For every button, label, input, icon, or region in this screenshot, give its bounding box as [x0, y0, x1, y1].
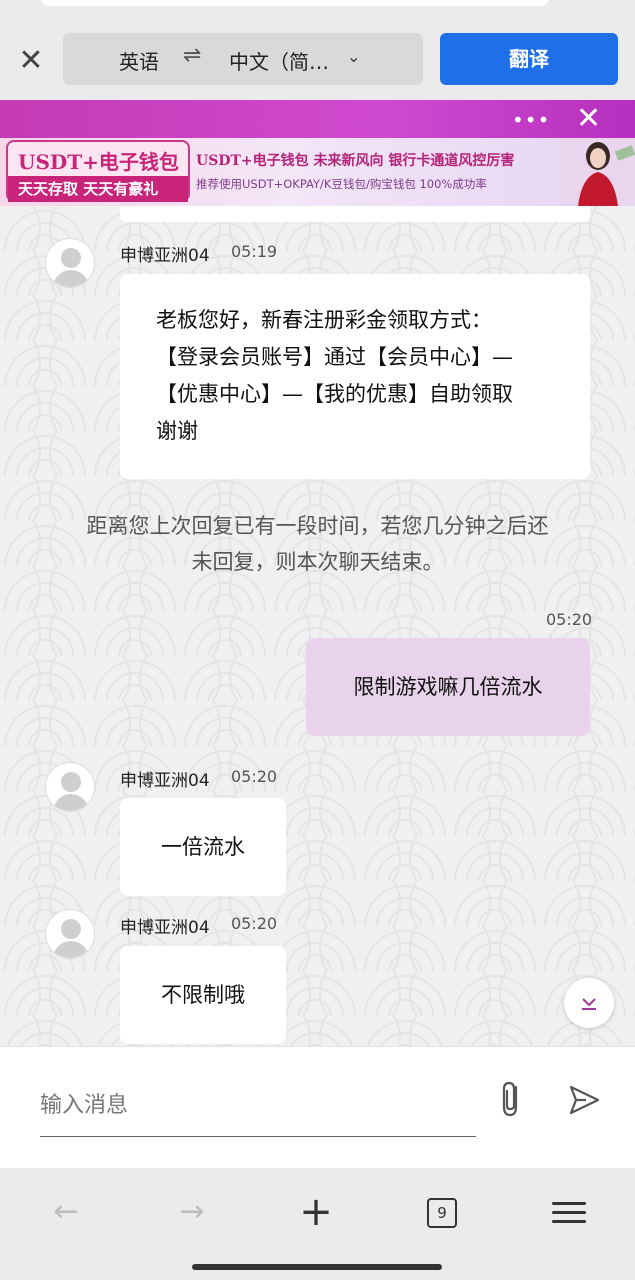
translate-bar: ✕ 英语 ⇌ 中文（简… ⌄ 翻译	[0, 16, 635, 100]
menu-hamburger-icon[interactable]	[538, 1190, 598, 1234]
address-bar-partial[interactable]	[40, 0, 550, 6]
message-time: 05:20	[231, 914, 278, 933]
ad-close-icon[interactable]: ✕	[576, 104, 601, 134]
tab-count: 9	[427, 1197, 457, 1228]
ad-title: USDT+电子钱包	[18, 150, 179, 174]
sender-name: 申博亚洲04	[120, 246, 210, 266]
message-input[interactable]	[40, 1075, 476, 1137]
message-composer	[0, 1046, 635, 1168]
sender-name: 申博亚洲04	[120, 771, 210, 791]
back-arrow-icon[interactable]: ←	[36, 1190, 96, 1234]
avatar-body-icon	[53, 794, 89, 811]
language-selector[interactable]: 英语 ⇌ 中文（简… ⌄	[63, 33, 423, 85]
chat-area[interactable]: 申博亚洲04 05:19 老板您好，新春注册彩金领取方式： 【登录会员账号】通过…	[0, 206, 635, 1046]
avatar-body-icon	[53, 270, 89, 287]
avatar-head-icon	[61, 248, 81, 268]
avatar[interactable]	[45, 238, 95, 288]
swap-icon[interactable]: ⇌	[183, 43, 201, 68]
sender-name: 申博亚洲04	[120, 918, 210, 938]
avatar[interactable]	[45, 909, 95, 959]
ad-tagline: 天天存取 天天有豪礼	[8, 176, 188, 202]
my-message-time: 05:20	[546, 610, 593, 629]
system-notice: 距离您上次回复已有一段时间，若您几分钟之后还 未回复，则本次聊天结束。	[30, 508, 605, 580]
scroll-to-bottom-button[interactable]	[564, 978, 614, 1028]
ad-logo-box: USDT+电子钱包 天天存取 天天有豪礼	[6, 140, 190, 202]
message-bubble[interactable]: 一倍流水	[120, 798, 286, 896]
message-line: 【登录会员账号】通过【会员中心】—	[156, 345, 513, 369]
message-time: 05:19	[231, 242, 278, 261]
home-indicator[interactable]	[192, 1264, 442, 1270]
source-language[interactable]: 英语	[119, 46, 159, 75]
system-notice-line: 距离您上次回复已有一段时间，若您几分钟之后还	[86, 514, 549, 538]
forward-arrow-icon[interactable]: →	[162, 1190, 222, 1234]
menu-line	[552, 1202, 586, 1205]
ad-model-image	[560, 138, 635, 206]
ad-subline: 推荐使用USDT+OKPAY/K豆钱包/购宝钱包 100%成功率	[196, 177, 487, 191]
tabs-button[interactable]: 9	[412, 1190, 472, 1234]
browser-top-strip	[0, 0, 635, 16]
message-bubble[interactable]: 不限制哦	[120, 946, 286, 1044]
avatar-head-icon	[61, 919, 81, 939]
ad-banner[interactable]: USDT+电子钱包 天天存取 天天有豪礼 USDT+电子钱包 未来新风向 银行卡…	[0, 138, 635, 206]
previous-message-bubble	[120, 206, 590, 222]
chevron-down-icon[interactable]: ⌄	[347, 47, 360, 66]
menu-line	[552, 1211, 586, 1214]
close-translate-icon[interactable]: ✕	[12, 44, 50, 78]
message-time: 05:20	[231, 767, 278, 786]
avatar-body-icon	[53, 941, 89, 958]
message-line: 【优惠中心】—【我的优惠】自助领取	[156, 382, 513, 406]
paperclip-icon[interactable]	[494, 1079, 530, 1119]
chevron-down-icon	[582, 997, 596, 1010]
ad-header: ••• ✕	[0, 100, 635, 138]
message-bubble[interactable]: 老板您好，新春注册彩金领取方式： 【登录会员账号】通过【会员中心】— 【优惠中心…	[120, 274, 590, 479]
avatar[interactable]	[45, 762, 95, 812]
target-language[interactable]: 中文（简…	[229, 46, 329, 75]
new-tab-plus-icon[interactable]: +	[286, 1190, 346, 1234]
message-line: 谢谢	[156, 419, 198, 443]
my-message-text: 限制游戏嘛几倍流水	[353, 675, 543, 699]
system-notice-line: 未回复，则本次聊天结束。	[191, 550, 444, 574]
translate-button[interactable]: 翻译	[440, 33, 618, 85]
menu-line	[552, 1220, 586, 1223]
message-line: 老板您好，新春注册彩金领取方式：	[156, 308, 492, 332]
send-icon[interactable]	[566, 1083, 602, 1117]
ad-headline: USDT+电子钱包 未来新风向 银行卡通道风控厉害	[196, 153, 515, 169]
my-message-bubble[interactable]: 限制游戏嘛几倍流水	[306, 638, 590, 736]
ad-more-icon[interactable]: •••	[512, 108, 550, 132]
message-text: 一倍流水	[161, 835, 245, 859]
avatar-head-icon	[61, 772, 81, 792]
message-text: 不限制哦	[161, 983, 245, 1007]
